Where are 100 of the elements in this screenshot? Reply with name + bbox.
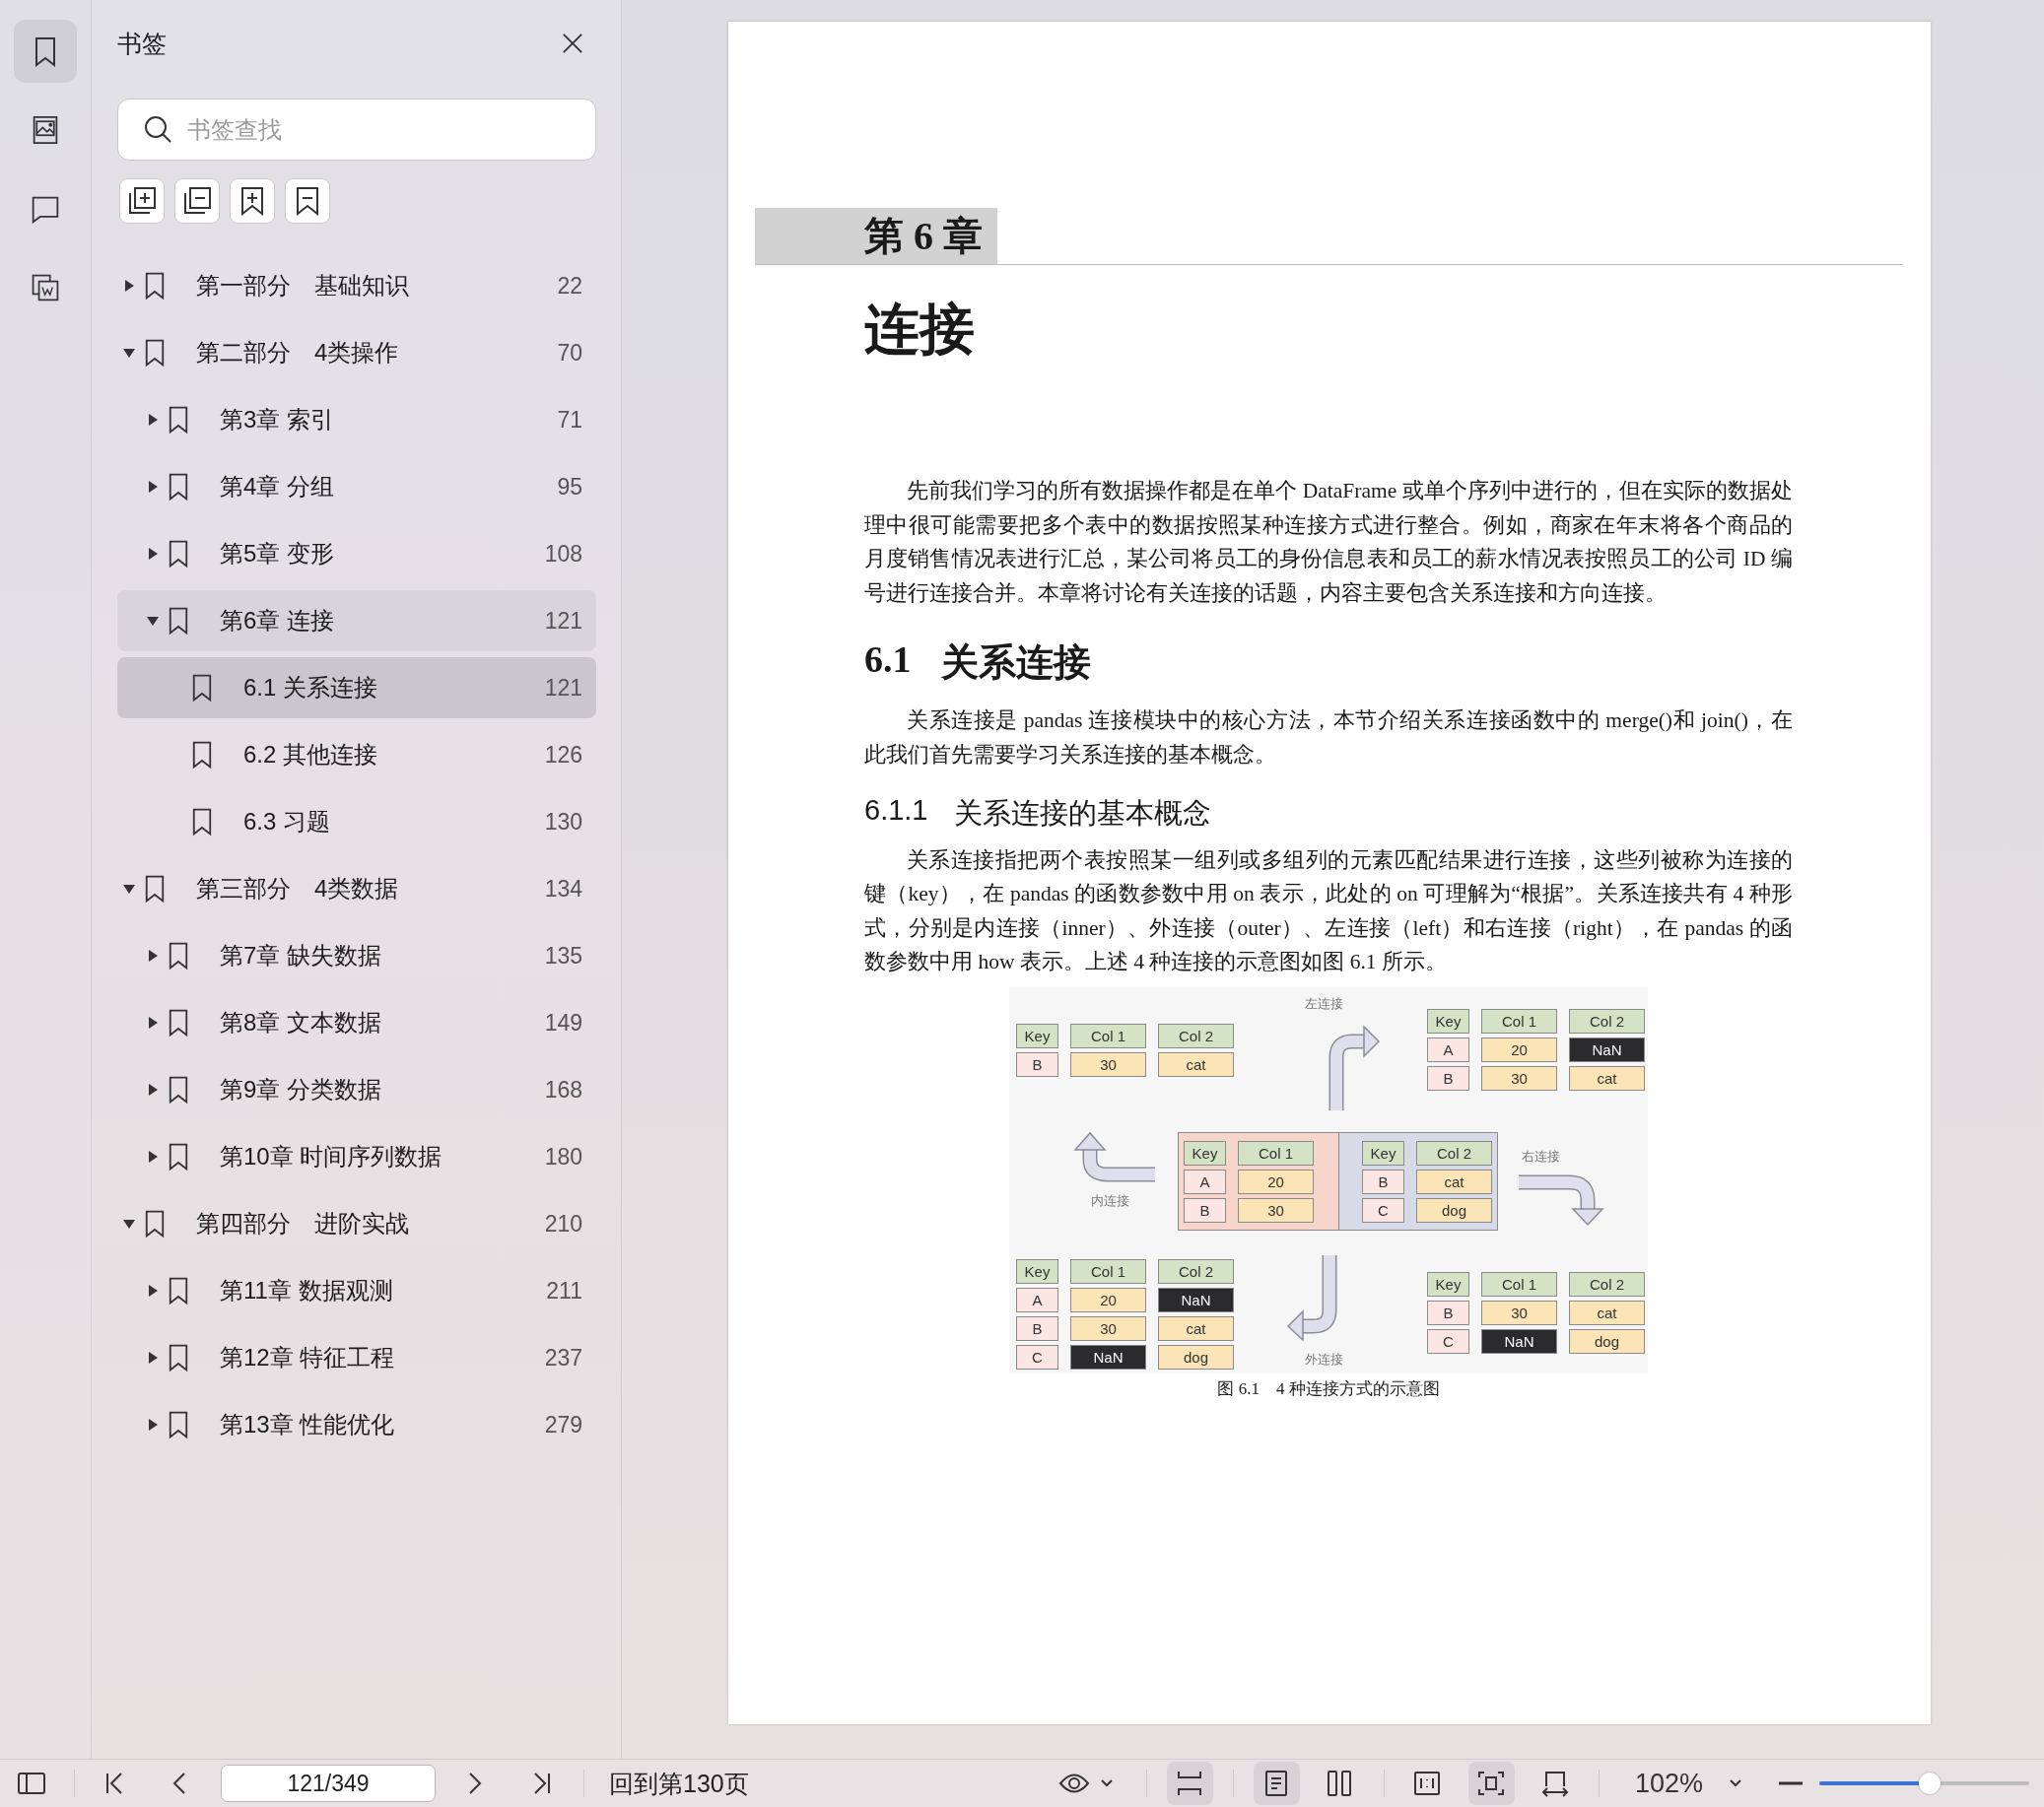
page-number: 134: [544, 875, 582, 903]
bookmark-item[interactable]: 第6章 连接 121: [117, 590, 596, 651]
bookmark-icon: [168, 1008, 189, 1037]
bookmark-icon: [191, 807, 213, 837]
sidebar-toggle-button[interactable]: [18, 1773, 45, 1794]
column-header: Col 2: [1158, 1258, 1234, 1284]
column-header: Key: [1427, 1271, 1469, 1297]
bookmarks-tab[interactable]: [14, 20, 77, 83]
panel-title: 书签: [117, 28, 167, 59]
bookmark-item[interactable]: 第7章 缺失数据 135: [117, 925, 596, 986]
page-number: 71: [557, 406, 582, 434]
bookmark-icon: [168, 472, 189, 502]
subsection-title: 关系连接的基本概念: [953, 795, 1211, 831]
bookmark-item[interactable]: 第9章 分类数据 168: [117, 1059, 596, 1120]
caret-icon[interactable]: [1730, 1779, 1741, 1787]
table-cell: 20: [1481, 1037, 1557, 1062]
bookmark-label: 6.3 习题: [243, 807, 332, 837]
table-cell: cat: [1569, 1300, 1645, 1325]
triangle-icon[interactable]: [123, 883, 135, 895]
search-icon: [143, 114, 172, 144]
page-number: 70: [557, 339, 582, 367]
expand-all-button[interactable]: [119, 178, 165, 224]
bookmark-icon: [168, 606, 189, 636]
eye-icon: [1057, 1773, 1090, 1794]
caret-icon[interactable]: [1100, 1779, 1113, 1787]
previous-page-button[interactable]: [172, 1772, 186, 1795]
bookmark-icon: [168, 1343, 189, 1372]
table-cell: A: [1427, 1037, 1469, 1062]
page-number: 130: [544, 808, 582, 836]
bookmark-item[interactable]: 第二部分 4类操作 70: [117, 322, 596, 383]
triangle-icon[interactable]: [147, 414, 159, 426]
triangle-icon[interactable]: [147, 548, 159, 560]
triangle-icon[interactable]: [147, 1352, 159, 1364]
bookmark-item[interactable]: 第一部分 基础知识 22: [117, 255, 596, 316]
add-bookmark-button[interactable]: [230, 178, 275, 224]
bookmark-label: 第三部分 4类数据: [196, 874, 400, 904]
bookmark-label: 第3章 索引: [220, 405, 335, 435]
bookmark-item[interactable]: 第4章 分组 95: [117, 456, 596, 517]
continuous-scroll-button[interactable]: [1166, 1762, 1213, 1805]
zoom-out-button[interactable]: [1779, 1781, 1803, 1785]
triangle-icon[interactable]: [147, 481, 159, 493]
triangle-icon[interactable]: [147, 950, 159, 962]
bookmark-icon: [168, 941, 189, 970]
bookmark-label: 第12章 特征工程: [220, 1343, 396, 1372]
slider-thumb[interactable]: [1919, 1773, 1941, 1794]
page-number: 95: [557, 473, 582, 501]
table-cell: B: [1427, 1300, 1469, 1325]
table-cell: A: [1016, 1287, 1058, 1312]
column-header: Col 1: [1070, 1258, 1146, 1284]
triangle-icon[interactable]: [123, 280, 135, 292]
page-number: 126: [544, 741, 582, 769]
bookmark-item[interactable]: 第三部分 4类数据 134: [117, 858, 596, 919]
triangle-icon[interactable]: [123, 1218, 135, 1230]
single-page-button[interactable]: [1253, 1762, 1300, 1805]
missing-value-cell: NaN: [1569, 1037, 1645, 1062]
fit-page-button[interactable]: [1467, 1762, 1515, 1805]
close-button[interactable]: [562, 33, 583, 54]
bookmark-item[interactable]: 第5章 变形 108: [117, 523, 596, 584]
table-cell: 30: [1481, 1065, 1557, 1091]
bookmark-item[interactable]: 第8章 文本数据 149: [117, 992, 596, 1053]
zoom-level: 102%: [1634, 1768, 1703, 1799]
triangle-icon[interactable]: [147, 1151, 159, 1163]
triangle-icon[interactable]: [147, 615, 159, 627]
triangle-icon[interactable]: [147, 1419, 159, 1431]
bookmark-label: 第6章 连接: [220, 606, 335, 636]
table-cell: cat: [1416, 1169, 1492, 1194]
bookmark-label: 第13章 性能优化: [220, 1410, 396, 1439]
view-mode-button[interactable]: [1057, 1773, 1090, 1794]
bookmark-label: 第5章 变形: [220, 539, 335, 569]
image-icon: [32, 114, 59, 146]
bookmark-item[interactable]: 6.3 习题 130: [117, 791, 596, 852]
body-paragraph: 先前我们学习的所有数据操作都是在单个 DataFrame 或单个序列中进行的，但在实际的数据处理中很可能需要把多个表中的数据按照某种连接方式进行整合。例如，商家在年末将各个商品的月度销售情况表进行汇总，某公司将员工的身份信息表和员工的薪水情况表按照员工的公司 ID 编号进行连接合并。本章将讨论有关连接的话题，内容主要包含关系连接和方向连接。: [864, 478, 1793, 607]
column-header: Col 1: [1481, 1008, 1557, 1034]
bookmark-item[interactable]: 第3章 索引 71: [117, 389, 596, 450]
bookmark-item[interactable]: 第四部分 进阶实战 210: [117, 1193, 596, 1254]
triangle-icon[interactable]: [123, 347, 135, 359]
bookmark-item[interactable]: 第12章 特征工程 237: [117, 1327, 596, 1388]
triangle-icon[interactable]: [147, 1084, 159, 1096]
back-to-page-link[interactable]: 回到第130页: [609, 1767, 749, 1800]
triangle-icon[interactable]: [147, 1285, 159, 1297]
page-number-field[interactable]: 121/349: [221, 1765, 436, 1802]
bookmark-icon: [191, 740, 213, 770]
bookmark-item[interactable]: 第10章 时间序列数据 180: [117, 1126, 596, 1187]
table-cell: C: [1016, 1344, 1058, 1370]
remove-bookmark-button[interactable]: [285, 178, 330, 224]
table-cell: B: [1427, 1065, 1469, 1091]
table-cell: dog: [1416, 1197, 1492, 1223]
bookmark-item[interactable]: 6.1 关系连接 121: [117, 657, 596, 718]
next-page-button[interactable]: [468, 1772, 482, 1795]
triangle-icon[interactable]: [147, 1017, 159, 1029]
bookmark-item[interactable]: 6.2 其他连接 126: [117, 724, 596, 785]
column-header: Col 1: [1238, 1140, 1314, 1166]
search-field[interactable]: 书签查找: [117, 99, 596, 161]
bookmark-item[interactable]: 第11章 数据观测 211: [117, 1260, 596, 1321]
column-header: Col 1: [1070, 1023, 1146, 1048]
bookmark-item[interactable]: 第13章 性能优化 279: [117, 1394, 596, 1455]
column-header: Col 1: [1481, 1271, 1557, 1297]
collapse-all-button[interactable]: [174, 178, 220, 224]
section-title: 关系连接: [940, 640, 1091, 686]
subsection-number: 6.1.1: [864, 793, 928, 828]
